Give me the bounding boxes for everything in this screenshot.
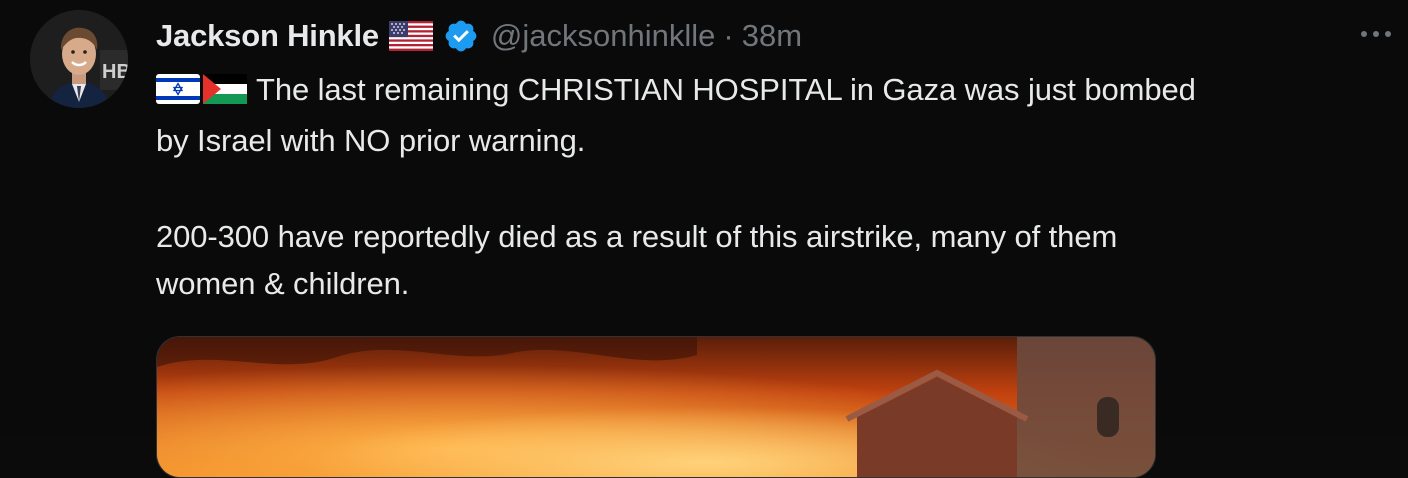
palestine-flag-icon [203,74,247,104]
author-handle[interactable]: @jacksonhinklle [491,18,715,54]
tweet-header: Jackson Hinkle @jacksonhinklle · 38m [156,14,802,58]
us-flag-icon [388,21,433,51]
author-name[interactable]: Jackson Hinkle [156,18,379,54]
israel-flag-icon [156,74,200,104]
inline-flags [156,70,250,117]
verified-badge-icon[interactable] [443,18,479,54]
separator-dot: · [723,18,734,53]
tweet-text-line: The last remaining CHRISTIAN HOSPITAL in… [156,66,1386,117]
tweet-text-line: 200-300 have reportedly died as a result… [156,219,1118,254]
tweet-text-line: by Israel with NO prior warning. [156,123,586,158]
avatar[interactable]: HB [30,10,128,108]
tweet-text-line: women & children. [156,266,410,301]
tweet-text: The last remaining CHRISTIAN HOSPITAL in… [156,66,1386,307]
more-options-icon[interactable] [1356,24,1396,44]
tweet-media-image[interactable] [156,336,1156,478]
timestamp[interactable]: 38m [742,18,802,54]
tweet-text-segment: The last remaining CHRISTIAN HOSPITAL in… [256,72,1196,107]
avatar-badge-text: HB [102,61,128,83]
tweet[interactable]: HB Jackson Hinkle @jacksonhinklle · 38m … [0,0,1408,478]
